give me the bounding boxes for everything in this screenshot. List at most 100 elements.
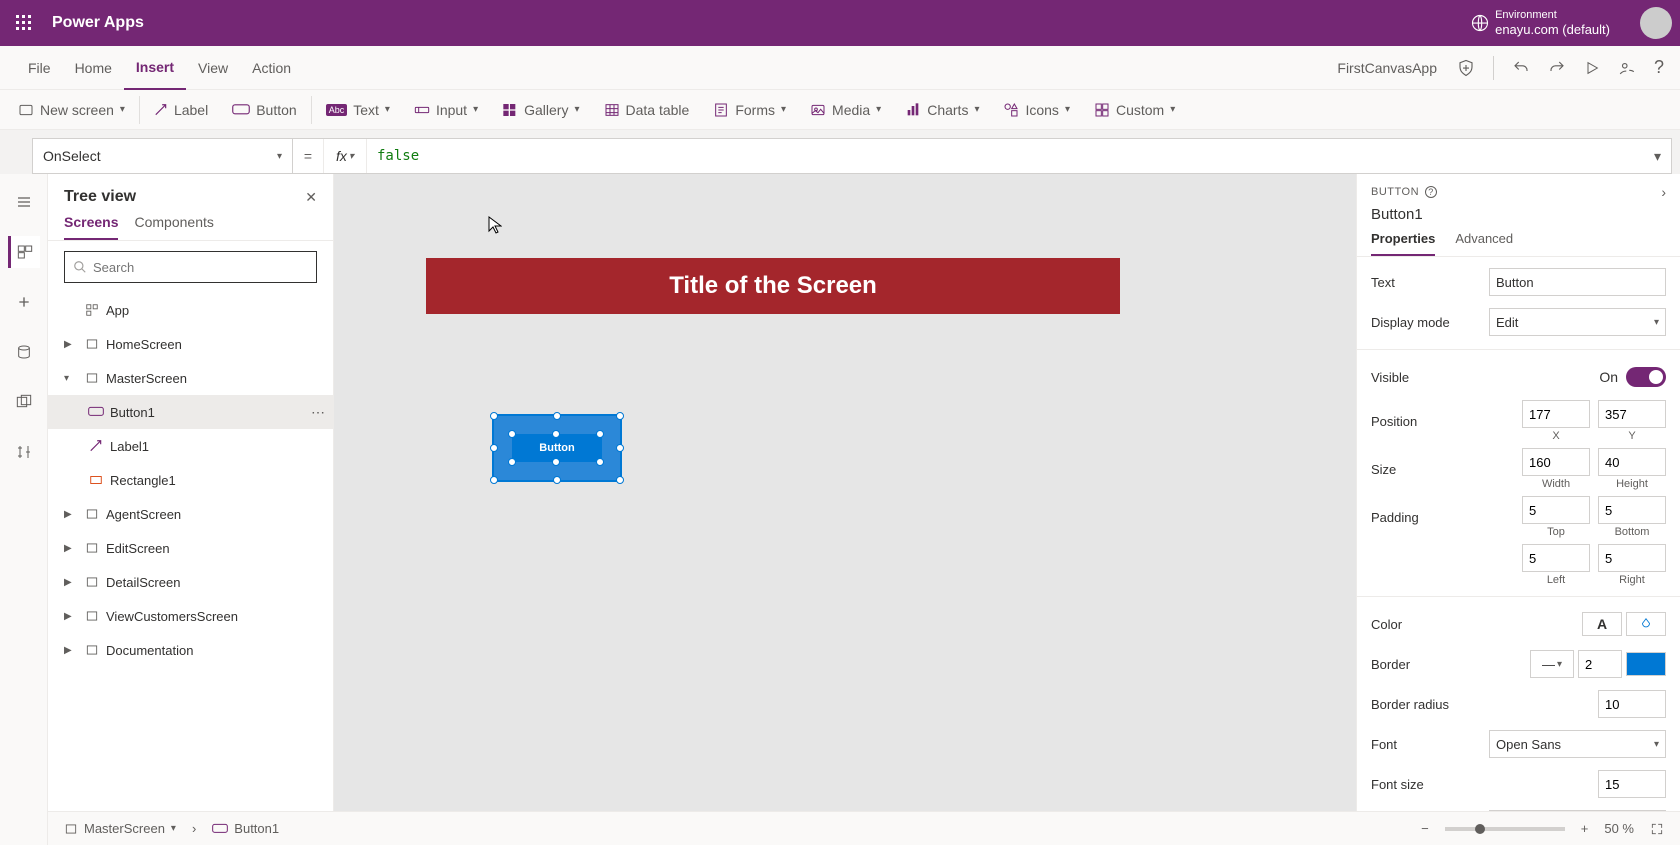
help-icon[interactable]: ?	[1654, 57, 1664, 78]
tree-search-input[interactable]	[93, 260, 308, 275]
tree-label: Button1	[110, 405, 305, 420]
status-selected-label: Button1	[234, 821, 279, 836]
zoom-slider[interactable]	[1445, 827, 1565, 831]
undo-icon[interactable]	[1512, 59, 1530, 77]
share-icon[interactable]	[1618, 59, 1636, 77]
prop-pad-top-input[interactable]	[1522, 496, 1590, 524]
tree-view-rail-icon[interactable]	[8, 236, 40, 268]
formula-property-select[interactable]: OnSelect ▾	[33, 139, 293, 173]
tree-item-rectangle1[interactable]: Rectangle1	[48, 463, 333, 497]
prop-pos-y-input[interactable]	[1598, 400, 1666, 428]
menu-home[interactable]: Home	[63, 46, 124, 90]
prop-fontsize-input[interactable]	[1598, 770, 1666, 798]
prop-pad-right-input[interactable]	[1598, 544, 1666, 572]
hamburger-icon[interactable]	[8, 186, 40, 218]
status-selected[interactable]: Button1	[212, 821, 279, 836]
app-checker-icon[interactable]	[1457, 59, 1475, 77]
new-screen-label: New screen	[40, 102, 114, 118]
tree-screen-edit[interactable]: ▶ EditScreen	[48, 531, 333, 565]
prop-text-input[interactable]: Button	[1489, 268, 1666, 296]
tree-app-node[interactable]: App	[48, 293, 333, 327]
fx-button[interactable]: fx▾	[323, 139, 367, 173]
status-screen-picker[interactable]: MasterScreen ▾	[64, 821, 176, 836]
prop-borderstyle-select[interactable]: — ▾	[1530, 650, 1574, 678]
play-icon[interactable]	[1584, 60, 1600, 76]
close-icon[interactable]: ✕	[305, 189, 317, 206]
insert-icons-label: Icons	[1025, 102, 1058, 118]
user-avatar[interactable]	[1640, 7, 1672, 39]
new-screen-button[interactable]: New screen ▾	[8, 94, 135, 126]
insert-text-button[interactable]: Abc Text ▾	[316, 94, 400, 126]
tab-screens[interactable]: Screens	[64, 214, 118, 240]
menu-action[interactable]: Action	[240, 46, 303, 90]
insert-charts-label: Charts	[927, 102, 968, 118]
tree-screen-master[interactable]: ▾ MasterScreen	[48, 361, 333, 395]
media-rail-icon[interactable]	[8, 386, 40, 418]
tab-properties[interactable]: Properties	[1371, 231, 1435, 256]
prop-pad-bottom-input[interactable]	[1598, 496, 1666, 524]
tree-screen-home[interactable]: ▶ HomeScreen	[48, 327, 333, 361]
selection-box[interactable]: Button	[492, 414, 622, 482]
tree-screen-agent[interactable]: ▶ AgentScreen	[48, 497, 333, 531]
prop-text-label: Text	[1371, 275, 1481, 290]
zoom-in-button[interactable]: +	[1581, 821, 1589, 836]
expand-icon[interactable]: ›	[1661, 184, 1666, 200]
prop-borderradius-input[interactable]	[1598, 690, 1666, 718]
menu-insert[interactable]: Insert	[124, 46, 186, 90]
insert-icons-button[interactable]: Icons ▾	[993, 94, 1080, 126]
waffle-icon[interactable]	[8, 7, 40, 39]
tools-rail-icon[interactable]	[8, 436, 40, 468]
insert-charts-button[interactable]: Charts ▾	[895, 94, 989, 126]
menu-file[interactable]: File	[16, 46, 63, 90]
prop-pos-x-input[interactable]	[1522, 400, 1590, 428]
insert-forms-button[interactable]: Forms ▾	[703, 94, 796, 126]
tree-search-box[interactable]	[64, 251, 317, 283]
prop-displaymode-select[interactable]: Edit▾	[1489, 308, 1666, 336]
data-rail-icon[interactable]	[8, 336, 40, 368]
prop-visible-state: On	[1599, 369, 1618, 385]
tree-screen-documentation[interactable]: ▶ Documentation	[48, 633, 333, 667]
tree-screen-detail[interactable]: ▶ DetailScreen	[48, 565, 333, 599]
insert-media-button[interactable]: Media ▾	[800, 94, 891, 126]
prop-font-select[interactable]: Open Sans▾	[1489, 730, 1666, 758]
zoom-value: 50 %	[1604, 821, 1634, 836]
screen-title-label[interactable]: Title of the Screen	[426, 258, 1120, 314]
insert-button-button[interactable]: Button	[222, 94, 306, 126]
canvas-area[interactable]: Title of the Screen Button	[334, 174, 1356, 845]
tab-advanced[interactable]: Advanced	[1455, 231, 1513, 256]
insert-input-button[interactable]: Input ▾	[404, 94, 488, 126]
insert-label-button[interactable]: Label	[144, 94, 218, 126]
tree-item-button1[interactable]: Button1 ⋯	[48, 395, 333, 429]
tree-label: DetailScreen	[106, 575, 325, 590]
insert-gallery-button[interactable]: Gallery ▾	[492, 94, 589, 126]
prop-fill-swatch[interactable]	[1626, 612, 1666, 636]
menu-view[interactable]: View	[186, 46, 240, 90]
insert-rail-icon[interactable]	[8, 286, 40, 318]
tab-components[interactable]: Components	[134, 214, 213, 240]
formula-input[interactable]: false	[367, 148, 1644, 164]
chevron-right-icon[interactable]: ▶	[64, 339, 78, 350]
fit-screen-icon[interactable]	[1650, 822, 1664, 836]
prop-height-input[interactable]	[1598, 448, 1666, 476]
tree-screen-viewcustomers[interactable]: ▶ ViewCustomersScreen	[48, 599, 333, 633]
prop-borderwidth-input[interactable]	[1578, 650, 1622, 678]
prop-size-label: Size	[1371, 462, 1481, 477]
prop-visible-toggle[interactable]	[1626, 367, 1666, 387]
prop-fontcolor-swatch[interactable]: A	[1582, 612, 1622, 636]
insert-datatable-button[interactable]: Data table	[594, 94, 700, 126]
formula-expand-icon[interactable]: ▾	[1644, 148, 1671, 165]
environment-picker[interactable]: Environment enayu.com (default)	[1471, 9, 1630, 38]
redo-icon[interactable]	[1548, 59, 1566, 77]
prop-width-input[interactable]	[1522, 448, 1590, 476]
tree-item-label1[interactable]: Label1	[48, 429, 333, 463]
insert-custom-button[interactable]: Custom ▾	[1084, 94, 1185, 126]
chevron-down-icon[interactable]: ▾	[64, 373, 78, 384]
zoom-out-button[interactable]: −	[1421, 821, 1429, 836]
prop-pad-left-input[interactable]	[1522, 544, 1590, 572]
more-icon[interactable]: ⋯	[311, 404, 325, 421]
app-icon	[84, 302, 100, 318]
prop-bordercolor-swatch[interactable]	[1626, 652, 1666, 676]
search-icon	[73, 260, 87, 274]
info-icon[interactable]: ?	[1425, 186, 1437, 198]
prop-font-label: Font	[1371, 737, 1481, 752]
